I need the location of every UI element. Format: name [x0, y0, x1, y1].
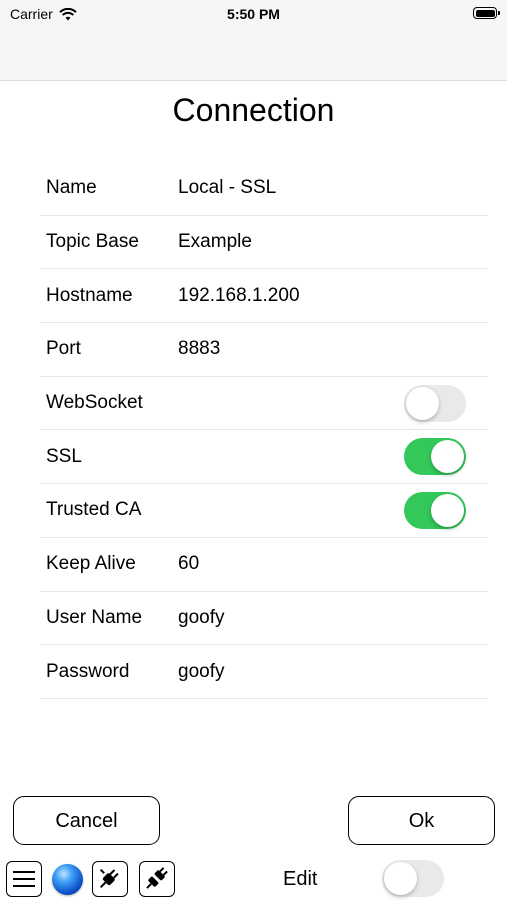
field-row-websocket: WebSocket	[40, 377, 488, 431]
field-label: Trusted CA	[46, 499, 142, 521]
disconnect-button[interactable]	[139, 861, 175, 897]
edit-label: Edit	[283, 868, 318, 890]
ok-button[interactable]: Ok	[348, 796, 495, 845]
field-label: Port	[46, 338, 81, 360]
field-label: Hostname	[46, 284, 133, 306]
page-title: Connection	[172, 92, 335, 128]
websocket-toggle[interactable]	[404, 384, 466, 422]
hostname-input[interactable]: 192.168.1.200	[178, 285, 300, 307]
toggle-knob	[431, 440, 464, 474]
ssl-toggle[interactable]	[404, 438, 466, 476]
topic-base-input[interactable]: Example	[178, 231, 252, 253]
keep-alive-input[interactable]: 60	[178, 553, 199, 575]
cancel-button[interactable]: Cancel	[13, 796, 160, 845]
plug-icon	[99, 868, 119, 889]
globe-icon[interactable]	[52, 864, 83, 895]
field-label: Name	[46, 177, 97, 199]
field-row-name[interactable]: Name Local - SSL	[40, 162, 488, 216]
connection-form: Name Local - SSL Topic Base Example Host…	[40, 162, 488, 699]
field-label: Password	[46, 660, 130, 682]
plug-icon	[146, 867, 168, 889]
field-row-trusted-ca: Trusted CA	[40, 484, 488, 538]
toggle-knob	[431, 493, 464, 527]
battery-icon	[473, 7, 500, 19]
port-input[interactable]: 8883	[178, 338, 220, 360]
field-row-user-name[interactable]: User Name goofy	[40, 592, 488, 646]
field-label: WebSocket	[46, 392, 143, 414]
toggle-knob	[406, 386, 439, 420]
field-row-port[interactable]: Port 8883	[40, 323, 488, 377]
password-input[interactable]: goofy	[178, 661, 224, 683]
toggle-knob	[384, 862, 417, 895]
connect-button[interactable]	[92, 861, 128, 897]
field-label: Topic Base	[46, 231, 139, 253]
field-row-password[interactable]: Password goofy	[40, 645, 488, 699]
status-bar: Carrier 5:50 PM	[0, 0, 507, 81]
user-name-input[interactable]: goofy	[178, 607, 224, 629]
field-label: SSL	[46, 445, 82, 467]
field-row-topic-base[interactable]: Topic Base Example	[40, 216, 488, 270]
field-label: User Name	[46, 606, 143, 628]
status-time: 5:50 PM	[227, 6, 280, 22]
field-label: Keep Alive	[46, 553, 136, 575]
name-input[interactable]: Local - SSL	[178, 177, 276, 199]
field-row-keep-alive[interactable]: Keep Alive 60	[40, 538, 488, 592]
field-row-hostname[interactable]: Hostname 192.168.1.200	[40, 269, 488, 324]
menu-icon	[13, 871, 35, 892]
menu-button[interactable]	[6, 861, 42, 897]
edit-toggle[interactable]	[382, 860, 444, 897]
trusted-ca-toggle[interactable]	[404, 491, 466, 529]
field-row-ssl: SSL	[40, 430, 488, 485]
